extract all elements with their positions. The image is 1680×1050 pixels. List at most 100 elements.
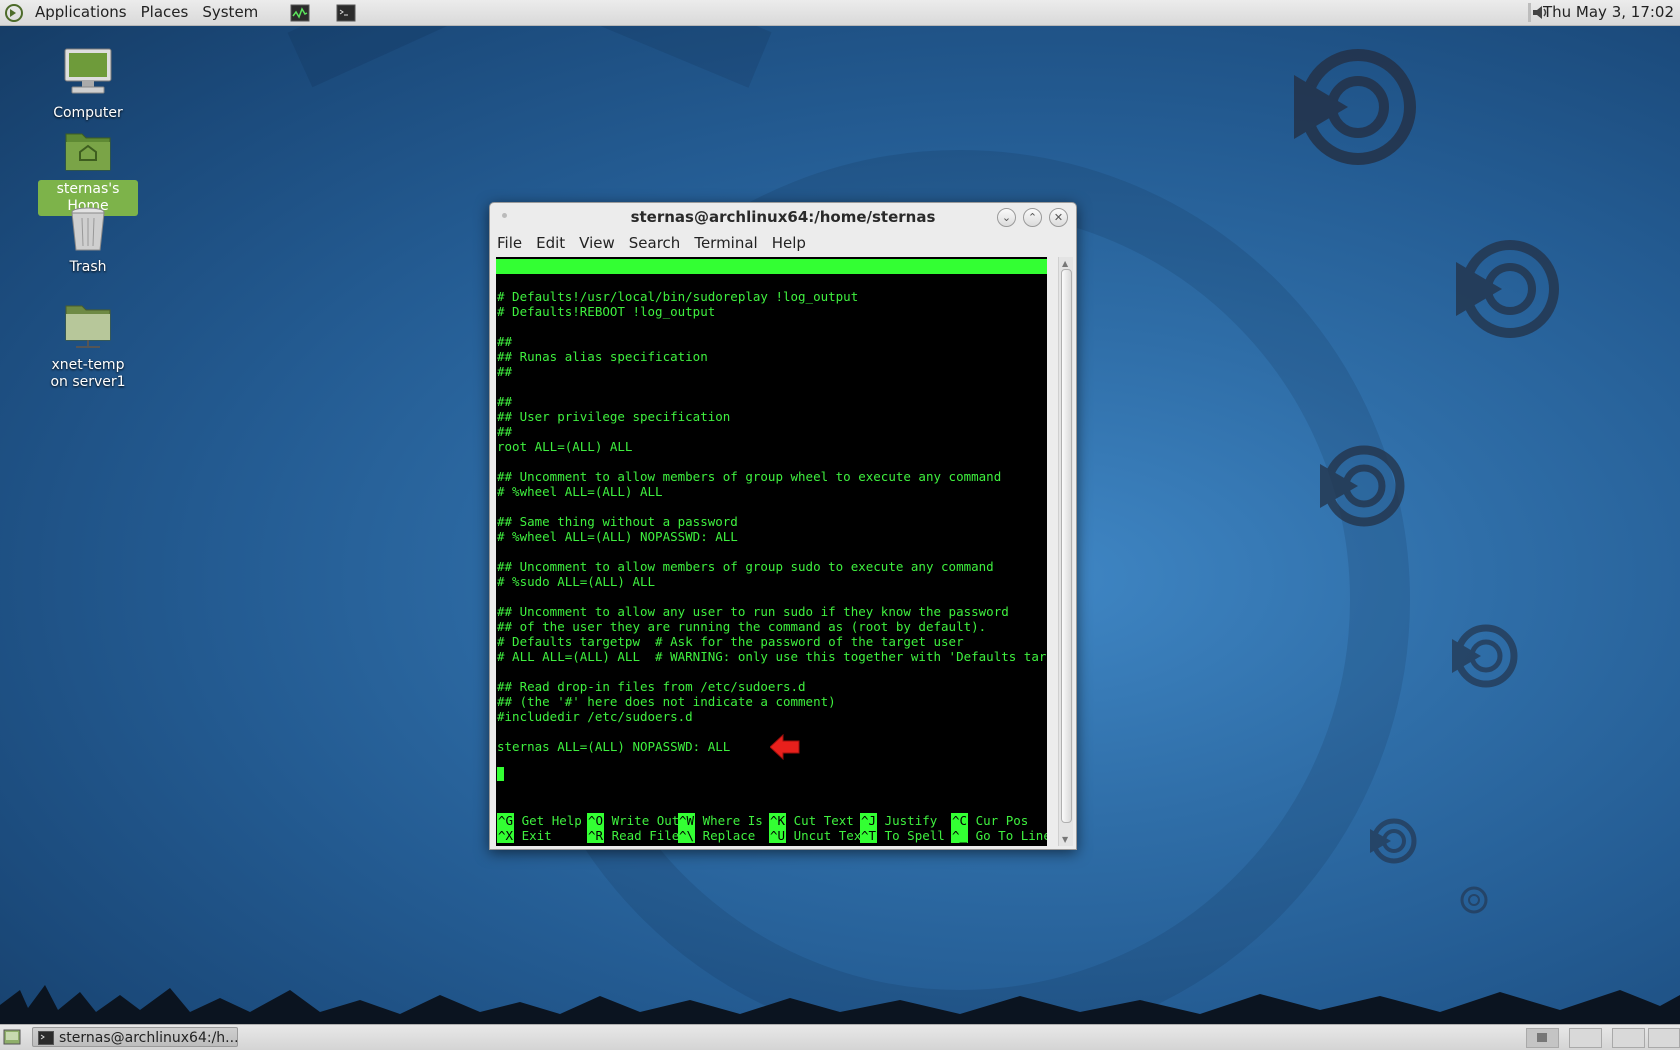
editor-line[interactable]: root ALL=(ALL) ALL <box>497 439 1047 454</box>
scroll-thumb[interactable] <box>1061 269 1072 823</box>
scroll-down-icon[interactable]: ▼ <box>1062 835 1068 844</box>
desktop-icon-home[interactable]: sternas's Home <box>38 126 138 216</box>
editor-line[interactable]: ## User privilege specification <box>497 409 1047 424</box>
system-monitor-icon <box>290 4 310 21</box>
editor-line[interactable]: ## <box>497 394 1047 409</box>
editor-line[interactable]: # %wheel ALL=(ALL) ALL <box>497 484 1047 499</box>
editor-line[interactable]: ## Uncomment to allow members of group w… <box>497 469 1047 484</box>
places-menu[interactable]: Places <box>134 0 196 25</box>
nano-shortcuts: ^G Get Help ^O Write Out ^W Where Is ^K Cut… <box>496 813 1047 845</box>
shortcut-read-file: ^R Read File <box>587 828 679 843</box>
editor-line[interactable]: # ALL ALL=(ALL) ALL # WARNING: only use … <box>497 649 1047 664</box>
red-arrow-annotation-icon <box>770 734 800 760</box>
editor-line[interactable]: # %wheel ALL=(ALL) NOPASSWD: ALL <box>497 529 1047 544</box>
window-menubar: File Edit View Search Terminal Help <box>490 231 1076 255</box>
close-button[interactable]: ✕ <box>1049 208 1068 227</box>
editor-line[interactable]: # Defaults targetpw # Ask for the passwo… <box>497 634 1047 649</box>
workspace-4[interactable] <box>1648 1028 1680 1048</box>
editor-line[interactable] <box>497 544 1047 559</box>
shortcut-go-to-line: ^_ Go To Line <box>951 828 1047 843</box>
show-desktop-icon[interactable] <box>3 1029 21 1045</box>
shortcut-label: Exit <box>521 828 552 843</box>
editor-line[interactable]: ## Runas alias specification <box>497 349 1047 364</box>
clock[interactable]: Thu May 3, 17:02 <box>1543 0 1674 25</box>
editor-line[interactable]: #includedir /etc/sudoers.d <box>497 709 1047 724</box>
terminal-body[interactable]: GNU nano 2.9.6 /etc/sudoers # Defaults!/… <box>496 257 1047 846</box>
shortcut-label: Cur Pos <box>975 813 1029 828</box>
shortcut-cut-text: ^K Cut Text <box>769 813 854 828</box>
shortcut-where-is: ^W Where Is <box>678 813 763 828</box>
workspace-2[interactable] <box>1569 1028 1602 1048</box>
editor-line[interactable] <box>497 379 1047 394</box>
shortcut-key: ^\ <box>678 828 696 843</box>
shortcut-write-out: ^O Write Out <box>587 813 679 828</box>
minimize-button[interactable]: ⌄ <box>997 208 1016 227</box>
editor-line[interactable]: # Defaults!/usr/local/bin/sudoreplay !lo… <box>497 289 1047 304</box>
terminal-launcher[interactable] <box>335 3 357 23</box>
shortcut-label: Cut Text <box>793 813 854 828</box>
editor-line[interactable] <box>497 499 1047 514</box>
editor-line[interactable]: ## of the user they are running the comm… <box>497 619 1047 634</box>
maximize-button[interactable]: ⌃ <box>1023 208 1042 227</box>
editor-line[interactable]: ## <box>497 424 1047 439</box>
shortcut-key: ^G <box>497 813 515 828</box>
menu-help[interactable]: Help <box>765 231 813 255</box>
shortcut-label: Read File <box>611 828 680 843</box>
menu-view[interactable]: View <box>572 231 622 255</box>
trash-icon <box>71 207 105 251</box>
shortcut-key: ^R <box>587 828 605 843</box>
menu-terminal[interactable]: Terminal <box>687 231 764 255</box>
editor-line[interactable]: ## <box>497 334 1047 349</box>
shortcut-label: Where Is <box>702 813 763 828</box>
editor-line[interactable]: ## Uncomment to allow members of group s… <box>497 559 1047 574</box>
nano-header: GNU nano 2.9.6 /etc/sudoers <box>496 259 1047 304</box>
top-panel: Applications Places System Thu May 3, 17… <box>0 0 1680 26</box>
editor-line[interactable] <box>497 319 1047 334</box>
menu-search[interactable]: Search <box>622 231 688 255</box>
distro-logo-icon[interactable] <box>4 3 24 23</box>
terminal-window[interactable]: sternas@archlinux64:/home/sternas ⌄ ⌃ ✕ … <box>489 202 1077 850</box>
editor-line[interactable]: ## Same thing without a password <box>497 514 1047 529</box>
taskbar-terminal-button[interactable]: sternas@archlinux64:/h... <box>32 1027 238 1047</box>
editor-line[interactable] <box>497 664 1047 679</box>
desktop-icon-trash[interactable]: Trash <box>38 204 138 277</box>
editor-line[interactable]: ## <box>497 364 1047 379</box>
applications-menu[interactable]: Applications <box>28 0 134 25</box>
editor-line[interactable]: ## Uncomment to allow any user to run su… <box>497 604 1047 619</box>
shortcut-label: Replace <box>702 828 756 843</box>
text-cursor <box>497 767 504 781</box>
menu-file[interactable]: File <box>490 231 529 255</box>
shortcut-label: Write Out <box>611 813 680 828</box>
shortcut-key: ^W <box>678 813 696 828</box>
shortcut-justify: ^J Justify <box>860 813 937 828</box>
workspace-3[interactable] <box>1612 1028 1645 1048</box>
terminal-icon <box>336 4 356 21</box>
editor-line[interactable]: ## (the '#' here does not indicate a com… <box>497 694 1047 709</box>
shortcut-label: Uncut Text <box>793 828 869 843</box>
system-monitor-launcher[interactable] <box>289 3 311 23</box>
desktop-icon-computer[interactable]: Computer <box>38 46 138 123</box>
shortcut-key: ^C <box>951 813 969 828</box>
shortcut-label: To Spell <box>884 828 945 843</box>
scroll-up-icon[interactable]: ▲ <box>1062 259 1068 268</box>
editor-line[interactable] <box>497 589 1047 604</box>
chevron-up-icon: ⌃ <box>1027 211 1038 224</box>
editor-line[interactable]: # %sudo ALL=(ALL) ALL <box>497 574 1047 589</box>
editor-line[interactable]: ## Read drop-in files from /etc/sudoers.… <box>497 679 1047 694</box>
desktop-icon-label: Trash <box>69 259 107 275</box>
editor-line[interactable] <box>497 454 1047 469</box>
menu-edit[interactable]: Edit <box>529 231 572 255</box>
shortcut-key: ^U <box>769 828 787 843</box>
window-titlebar[interactable]: sternas@archlinux64:/home/sternas ⌄ ⌃ ✕ <box>490 203 1076 231</box>
editor-text[interactable]: # Defaults!/usr/local/bin/sudoreplay !lo… <box>497 289 1047 754</box>
shortcut-to-spell: ^T To Spell <box>860 828 945 843</box>
desktop-icon-network-share[interactable]: xnet-temp on server1 <box>38 300 138 392</box>
window-title: sternas@archlinux64:/home/sternas <box>630 208 936 226</box>
shortcut-uncut-text: ^U Uncut Text <box>769 828 869 843</box>
terminal-icon <box>38 1031 54 1045</box>
system-menu[interactable]: System <box>195 0 265 25</box>
workspace-window-indicator <box>1537 1033 1547 1042</box>
editor-line[interactable]: # Defaults!REBOOT !log_output <box>497 304 1047 319</box>
workspace-1[interactable] <box>1526 1028 1559 1048</box>
scrollbar[interactable]: ▲ ▼ <box>1058 257 1073 846</box>
